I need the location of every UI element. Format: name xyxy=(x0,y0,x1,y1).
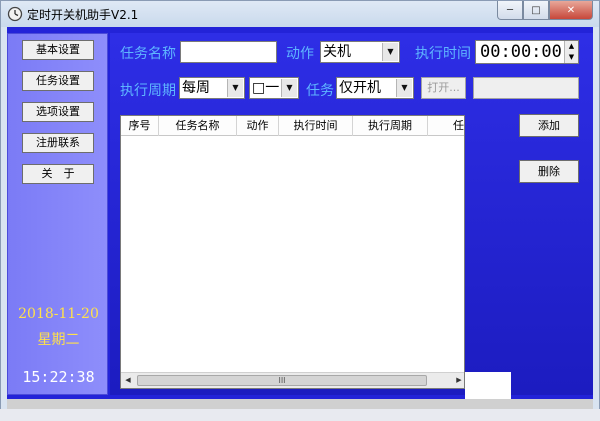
window-title: 定时开关机助手V2.1 xyxy=(27,8,139,22)
action-label: 动作 xyxy=(286,46,314,62)
period-value: 每周 xyxy=(182,80,210,96)
current-time: 15:22:38 xyxy=(22,368,95,386)
exec-time-spinner[interactable]: 00:00:00 ▲ ▼ xyxy=(475,40,579,64)
horizontal-scrollbar[interactable]: ◀ III ▶ xyxy=(121,372,464,388)
open-file-button[interactable]: 打开... xyxy=(421,77,466,99)
task-select[interactable]: 仅开机 ▼ xyxy=(336,77,414,99)
exec-time-value: 00:00:00 xyxy=(480,42,562,62)
maximize-button[interactable]: □ xyxy=(523,1,549,20)
path-field[interactable] xyxy=(473,77,579,99)
task-settings-button[interactable]: 任务设置 xyxy=(22,71,94,91)
chevron-down-icon: ▼ xyxy=(281,79,297,97)
action-value: 关机 xyxy=(323,44,351,60)
weekday-select[interactable]: □一 ▼ xyxy=(249,77,299,99)
window-controls: ─ □ ✕ xyxy=(497,1,593,21)
scroll-right-icon[interactable]: ▶ xyxy=(452,373,464,388)
task-label: 任务 xyxy=(306,83,334,99)
basic-settings-button[interactable]: 基本设置 xyxy=(22,40,94,60)
scroll-thumb[interactable]: III xyxy=(137,375,427,386)
close-button[interactable]: ✕ xyxy=(549,1,593,20)
minimize-button[interactable]: ─ xyxy=(497,1,523,20)
task-table[interactable]: 序号 任务名称 动作 执行时间 执行周期 任务 ◀ III ▶ xyxy=(120,115,465,389)
period-label: 执行周期 xyxy=(120,83,176,99)
column-header[interactable]: 执行时间 xyxy=(279,116,353,136)
task-value: 仅开机 xyxy=(339,80,381,96)
period-select[interactable]: 每周 ▼ xyxy=(179,77,245,99)
spin-up-icon[interactable]: ▲ xyxy=(564,41,578,52)
chevron-down-icon: ▼ xyxy=(396,79,412,97)
status-strip xyxy=(7,399,593,409)
action-select[interactable]: 关机 ▼ xyxy=(320,41,400,63)
column-header[interactable]: 执行周期 xyxy=(353,116,428,136)
column-header[interactable]: 动作 xyxy=(237,116,279,136)
delete-task-button[interactable]: 删除 xyxy=(519,160,579,183)
title-bar[interactable]: 定时开关机助手V2.1 ─ □ ✕ xyxy=(1,1,599,27)
sidebar: 基本设置 任务设置 选项设置 注册联系 关 于 2018-11-20 星期二 1… xyxy=(7,33,108,395)
app-icon xyxy=(7,6,23,22)
add-task-button[interactable]: 添加 xyxy=(519,114,579,137)
register-contact-button[interactable]: 注册联系 xyxy=(22,133,94,153)
about-button[interactable]: 关 于 xyxy=(22,164,94,184)
table-header: 序号 任务名称 动作 执行时间 执行周期 任务 xyxy=(121,116,464,136)
current-date: 2018-11-20 xyxy=(18,306,99,322)
spin-down-icon[interactable]: ▼ xyxy=(564,52,578,63)
current-weekday: 星期二 xyxy=(37,332,80,348)
column-header[interactable]: 任务 xyxy=(428,116,464,136)
exec-time-label: 执行时间 xyxy=(415,46,471,62)
column-header[interactable]: 序号 xyxy=(121,116,159,136)
scroll-left-icon[interactable]: ◀ xyxy=(121,373,135,388)
weekday-value: □一 xyxy=(252,80,280,96)
task-name-label: 任务名称 xyxy=(120,46,176,62)
task-name-input[interactable] xyxy=(180,41,277,63)
option-settings-button[interactable]: 选项设置 xyxy=(22,102,94,122)
window-bottom-edge xyxy=(0,409,600,421)
column-header[interactable]: 任务名称 xyxy=(159,116,237,136)
chevron-down-icon: ▼ xyxy=(227,79,243,97)
chevron-down-icon: ▼ xyxy=(382,43,398,61)
